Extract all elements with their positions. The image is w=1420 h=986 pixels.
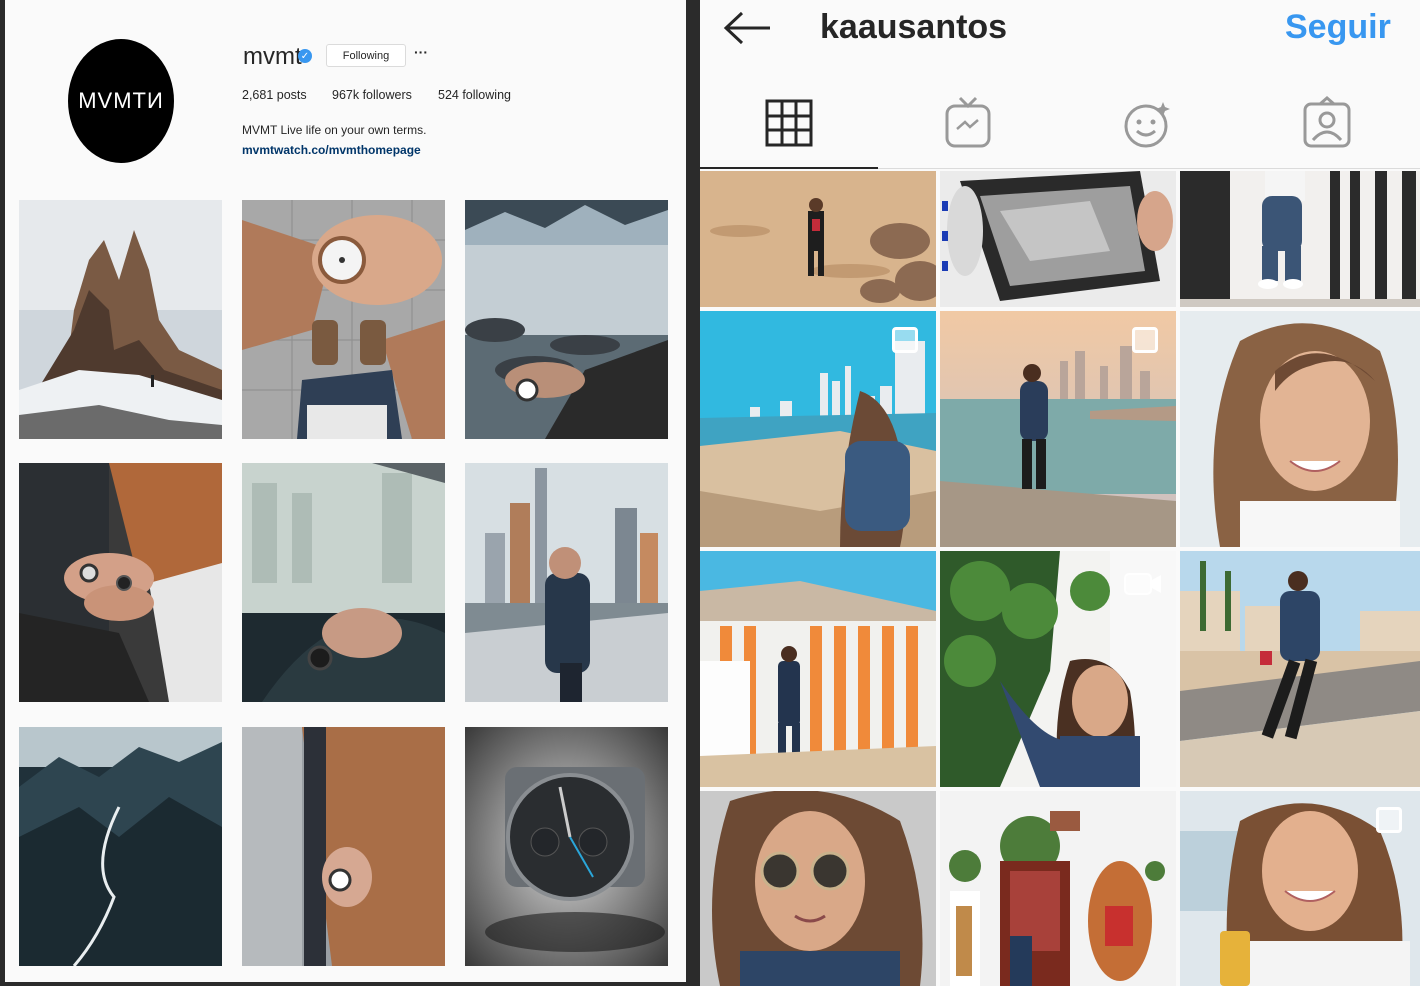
couple-hands-photo bbox=[19, 463, 222, 702]
follow-button[interactable]: Seguir bbox=[1285, 8, 1391, 47]
photo-tile[interactable] bbox=[700, 311, 936, 547]
multi-post-icon bbox=[892, 327, 918, 353]
multi-post-icon bbox=[1376, 807, 1402, 833]
effects-smile-icon[interactable] bbox=[1123, 96, 1173, 150]
multi-post-icon bbox=[1132, 327, 1158, 353]
photo-tile[interactable] bbox=[940, 791, 1176, 986]
photo-tile[interactable] bbox=[242, 463, 445, 702]
mountain-photo bbox=[19, 200, 222, 439]
photo-tile[interactable] bbox=[19, 463, 222, 702]
driving-watch-photo bbox=[242, 463, 445, 702]
promenade-photo bbox=[1180, 551, 1420, 787]
corridor-photo bbox=[1180, 171, 1420, 307]
verified-badge-icon: ✓ bbox=[298, 49, 312, 63]
photo-tile[interactable] bbox=[465, 200, 668, 439]
profile-link[interactable]: mvmtwatch.co/mvmthomepage bbox=[242, 143, 421, 157]
aerial-mountains-photo bbox=[19, 727, 222, 966]
photo-tile[interactable] bbox=[1180, 791, 1420, 986]
profile-bio: MVMT Live life on your own terms. bbox=[242, 123, 427, 137]
more-options-icon[interactable]: ··· bbox=[414, 44, 428, 60]
brown-coat-photo bbox=[242, 727, 445, 966]
following-count[interactable]: 524 following bbox=[438, 88, 511, 102]
grid-icon[interactable] bbox=[764, 96, 814, 150]
city-man-photo bbox=[465, 463, 668, 702]
left-profile-panel: MVMTИ mvmt ✓ Following ··· 2,681 posts 9… bbox=[5, 0, 686, 982]
photo-tile[interactable] bbox=[940, 171, 1176, 307]
sunglasses-car-photo bbox=[700, 791, 936, 986]
profile-username: kaausantos bbox=[820, 8, 1008, 46]
chronograph-watch-photo bbox=[465, 727, 668, 966]
icy-lake-photo bbox=[465, 200, 668, 439]
photo-tile[interactable] bbox=[465, 463, 668, 702]
igtv-icon[interactable] bbox=[943, 96, 993, 150]
following-button[interactable]: Following bbox=[326, 44, 406, 67]
watch-wrist-photo bbox=[242, 200, 445, 439]
white-street-photo bbox=[940, 791, 1176, 986]
video-post-icon bbox=[1124, 573, 1161, 595]
photo-tile[interactable] bbox=[19, 200, 222, 439]
photo-tile[interactable] bbox=[700, 171, 936, 307]
profile-username: mvmt bbox=[243, 43, 302, 70]
photo-tile[interactable] bbox=[700, 791, 936, 986]
posts-count: 2,681 posts bbox=[242, 88, 307, 102]
photo-tile[interactable] bbox=[1180, 551, 1420, 787]
selfie-photo bbox=[1180, 311, 1420, 547]
photo-tile[interactable] bbox=[940, 311, 1176, 547]
photo-tile[interactable] bbox=[242, 200, 445, 439]
photo-tile[interactable] bbox=[1180, 171, 1420, 307]
right-profile-panel: kaausantos Seguir bbox=[700, 0, 1420, 986]
profile-avatar[interactable]: MVMTИ bbox=[68, 39, 174, 163]
tagged-person-icon[interactable] bbox=[1302, 96, 1352, 150]
beach-hut-photo bbox=[700, 551, 936, 787]
followers-count[interactable]: 967k followers bbox=[332, 88, 412, 102]
photo-tile[interactable] bbox=[465, 727, 668, 966]
photo-tile[interactable] bbox=[940, 551, 1176, 787]
beach-rocks-photo bbox=[700, 171, 936, 307]
photo-tile[interactable] bbox=[19, 727, 222, 966]
avatar-logo-text: MVMTИ bbox=[78, 88, 164, 113]
active-tab-indicator bbox=[700, 167, 878, 169]
back-arrow-icon[interactable] bbox=[722, 10, 774, 46]
photo-tile[interactable] bbox=[700, 551, 936, 787]
unboxing-photo bbox=[940, 171, 1176, 307]
photo-tile[interactable] bbox=[242, 727, 445, 966]
photo-tile[interactable] bbox=[1180, 311, 1420, 547]
